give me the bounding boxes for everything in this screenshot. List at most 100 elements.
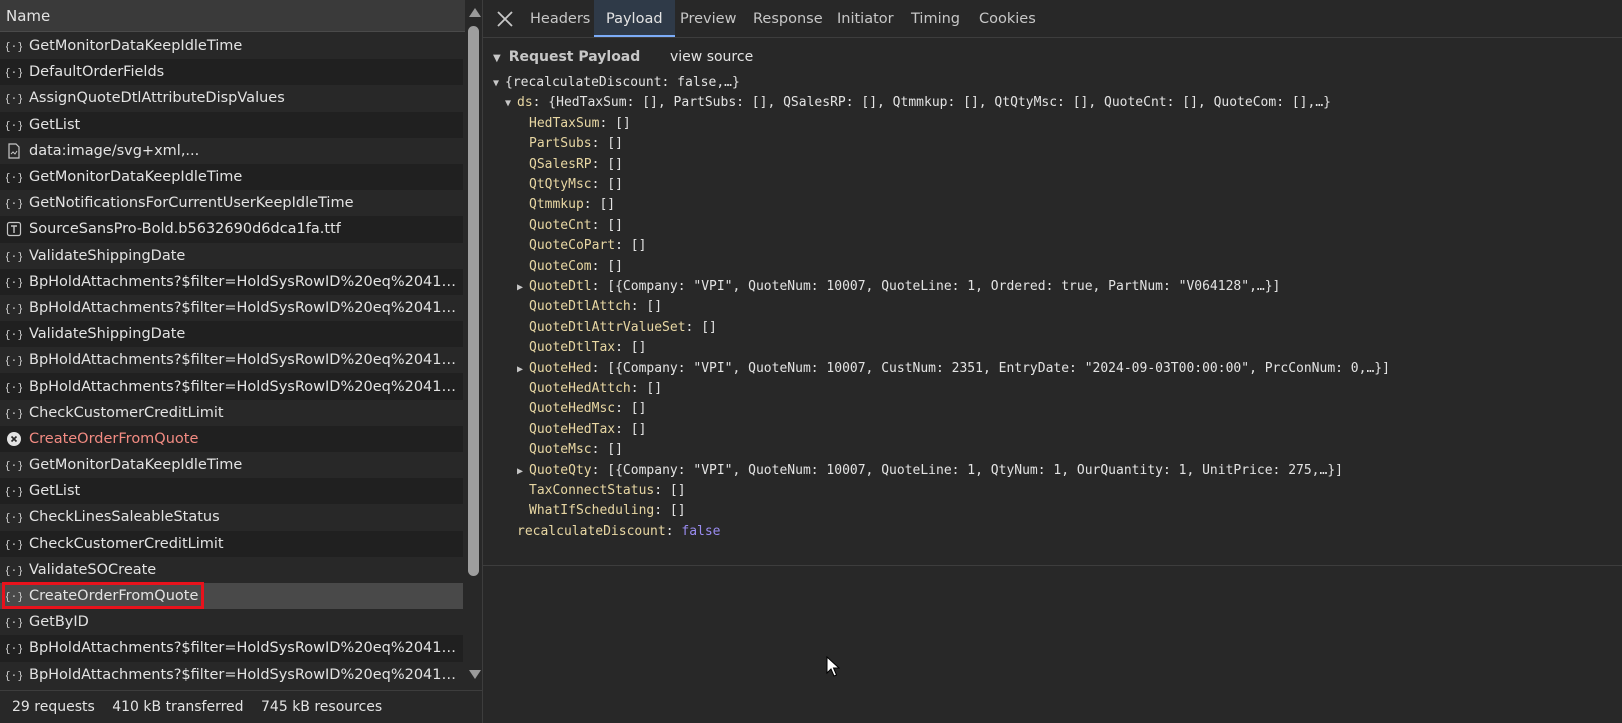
request-row[interactable]: {·} AssignQuoteDtlAttributeDispValues: [0, 85, 463, 111]
payload-line: PartSubs: []: [529, 134, 623, 154]
detail-tabbar: Headers Payload Preview Response Initiat…: [483, 0, 1622, 38]
request-row[interactable]: {·} ValidateShippingDate: [0, 321, 463, 348]
xhr-icon: {·}: [6, 195, 22, 211]
payload-key: QuoteDtlAttrValueSet: [529, 319, 686, 335]
close-icon[interactable]: [495, 9, 515, 29]
request-row[interactable]: {·} BpHoldAttachments?$filter=HoldSysRowI…: [0, 373, 463, 400]
svg-text:{·}: {·}: [6, 171, 22, 184]
request-row[interactable]: {·} ValidateSOCreate: [0, 557, 463, 583]
payload-value: : []: [615, 238, 647, 254]
request-name: GetMonitorDataKeepIdleTime: [29, 38, 243, 55]
tab-cookies[interactable]: Cookies: [967, 0, 1048, 37]
svg-text:{·}: {·}: [6, 250, 22, 263]
requests-count: 29 requests: [12, 699, 95, 715]
expand-down-icon[interactable]: ▼: [493, 74, 505, 94]
expand-down-icon[interactable]: ▼: [505, 94, 517, 114]
request-row[interactable]: {·} BpHoldAttachments?$filter=HoldSysRowI…: [0, 662, 463, 688]
request-row[interactable]: {·} BpHoldAttachments?$filter=HoldSysRowI…: [0, 635, 463, 662]
collapsed-right-icon[interactable]: ▶: [517, 278, 529, 298]
xhr-icon: {·}: [6, 405, 22, 421]
tab-payload[interactable]: Payload: [594, 0, 675, 37]
request-name: CreateOrderFromQuote: [29, 588, 199, 605]
tab-response[interactable]: Response: [741, 0, 835, 37]
expand-down-icon[interactable]: ▼: [493, 53, 501, 64]
payload-value: : []: [615, 421, 647, 437]
request-row[interactable]: {·} DefaultOrderFields: [0, 59, 463, 86]
resources-size: 745 kB resources: [261, 699, 383, 715]
payload-line[interactable]: ▶ QuoteDtl: [{Company: "VPI", QuoteNum: 1…: [517, 277, 1280, 297]
request-row[interactable]: {·} GetNotificationsForCurrentUserKeepIdl…: [0, 190, 463, 216]
request-row[interactable]: {·} BpHoldAttachments?$filter=HoldSysRowI…: [0, 347, 463, 373]
request-name: ValidateShippingDate: [29, 247, 186, 264]
request-name: ValidateShippingDate: [29, 326, 186, 343]
payload-key: QuoteQty: [529, 462, 592, 478]
tab-preview[interactable]: Preview: [668, 0, 748, 37]
request-row[interactable]: {·} GetMonitorDataKeepIdleTime: [0, 163, 463, 191]
name-column-header[interactable]: Name: [0, 0, 465, 32]
collapsed-right-icon[interactable]: ▶: [517, 462, 529, 482]
request-row[interactable]: {·} BpHoldAttachments?$filter=HoldSysRowI…: [0, 268, 463, 295]
xhr-icon: {·}: [6, 38, 22, 54]
svg-text:{·}: {·}: [6, 669, 22, 682]
payload-line: QuoteDtlTax: []: [529, 338, 646, 358]
payload-key: QuoteHedTax: [529, 421, 616, 437]
request-row[interactable]: SourceSansPro-Bold.b5632690d6dca1fa.ttf: [0, 216, 463, 243]
font-file-icon: [6, 221, 22, 237]
tab-headers[interactable]: Headers: [518, 0, 602, 37]
request-name: BpHoldAttachments?$filter=HoldSysRowID%2…: [29, 378, 463, 395]
request-payload-header[interactable]: ▼ Request Payload: [493, 49, 640, 65]
payload-panel: ▼ Request Payload view source ▼ {recalcula…: [483, 39, 1622, 566]
payload-key: QSalesRP: [529, 156, 592, 172]
request-row[interactable]: CreateOrderFromQuote: [0, 425, 463, 452]
svg-text:{·}: {·}: [6, 511, 22, 524]
payload-line[interactable]: ▼ {recalculateDiscount: false,…}: [493, 73, 740, 93]
tab-initiator[interactable]: Initiator: [825, 0, 906, 37]
payload-value: : []: [591, 258, 623, 274]
payload-key: QuoteDtlAttch: [529, 299, 631, 315]
collapsed-right-icon[interactable]: ▶: [517, 360, 529, 380]
xhr-icon: {·}: [6, 326, 22, 342]
request-row[interactable]: {·} CheckCustomerCreditLimit: [0, 530, 463, 557]
svg-text:{·}: {·}: [6, 66, 22, 79]
xhr-icon: {·}: [6, 64, 22, 80]
request-row[interactable]: {·} GetMonitorDataKeepIdleTime: [0, 33, 463, 59]
request-row[interactable]: {·} CreateOrderFromQuote: [0, 582, 463, 610]
payload-line: QuoteCnt: []: [529, 216, 623, 236]
view-source-link[interactable]: view source: [670, 49, 753, 65]
tab-timing[interactable]: Timing: [899, 0, 972, 37]
request-row[interactable]: {·} CheckLinesSaleableStatus: [0, 504, 463, 530]
request-row[interactable]: {·} GetList: [0, 478, 463, 505]
payload-value: :: [665, 523, 682, 539]
request-name: BpHoldAttachments?$filter=HoldSysRowID%2…: [29, 640, 463, 657]
payload-value: : [{Company: "VPI", QuoteNum: 10007, Quo…: [591, 462, 1343, 478]
scroll-down-icon[interactable]: [469, 670, 481, 679]
svg-text:{·}: {·}: [6, 92, 22, 105]
payload-key: HedTaxSum: [529, 115, 600, 131]
request-row[interactable]: {·} ValidateShippingDate: [0, 243, 463, 269]
xhr-icon: {·}: [6, 352, 22, 368]
request-row[interactable]: {·} BpHoldAttachments?$filter=HoldSysRowI…: [0, 295, 463, 321]
request-row[interactable]: {·} CheckCustomerCreditLimit: [0, 400, 463, 426]
xhr-icon: {·}: [6, 117, 22, 133]
xhr-icon: {·}: [6, 614, 22, 630]
scroll-up-icon[interactable]: [469, 8, 481, 17]
xhr-icon: {·}: [6, 379, 22, 395]
payload-key: QuoteCoPart: [529, 238, 616, 254]
payload-line[interactable]: ▼ ds: {HedTaxSum: [], PartSubs: [], QSale…: [505, 93, 1331, 113]
payload-value: : []: [654, 483, 686, 498]
payload-value: : []: [615, 340, 647, 356]
image-file-icon: [6, 143, 22, 159]
payload-line[interactable]: ▶ QuoteHed: [{Company: "VPI", QuoteNum: 1…: [517, 359, 1390, 379]
request-row[interactable]: data:image/svg+xml,...: [0, 138, 463, 164]
request-row[interactable]: {·} GetList: [0, 111, 463, 138]
payload-key: WhatIfScheduling: [529, 503, 655, 519]
payload-line[interactable]: ▶ QuoteQty: [{Company: "VPI", QuoteNum: 1…: [517, 461, 1343, 481]
request-list-pane: Name {·} GetMonitorDataKeepIdleTime {·} Def…: [0, 0, 483, 723]
request-list-scrollbar[interactable]: [465, 0, 483, 690]
request-row[interactable]: {·} GetMonitorDataKeepIdleTime: [0, 452, 463, 478]
xhr-icon: {·}: [6, 90, 22, 106]
request-row[interactable]: {·} GetByID: [0, 609, 463, 635]
payload-value: : []: [591, 217, 623, 233]
request-name: BpHoldAttachments?$filter=HoldSysRowID%2…: [29, 299, 463, 316]
scroll-thumb[interactable]: [468, 26, 479, 576]
